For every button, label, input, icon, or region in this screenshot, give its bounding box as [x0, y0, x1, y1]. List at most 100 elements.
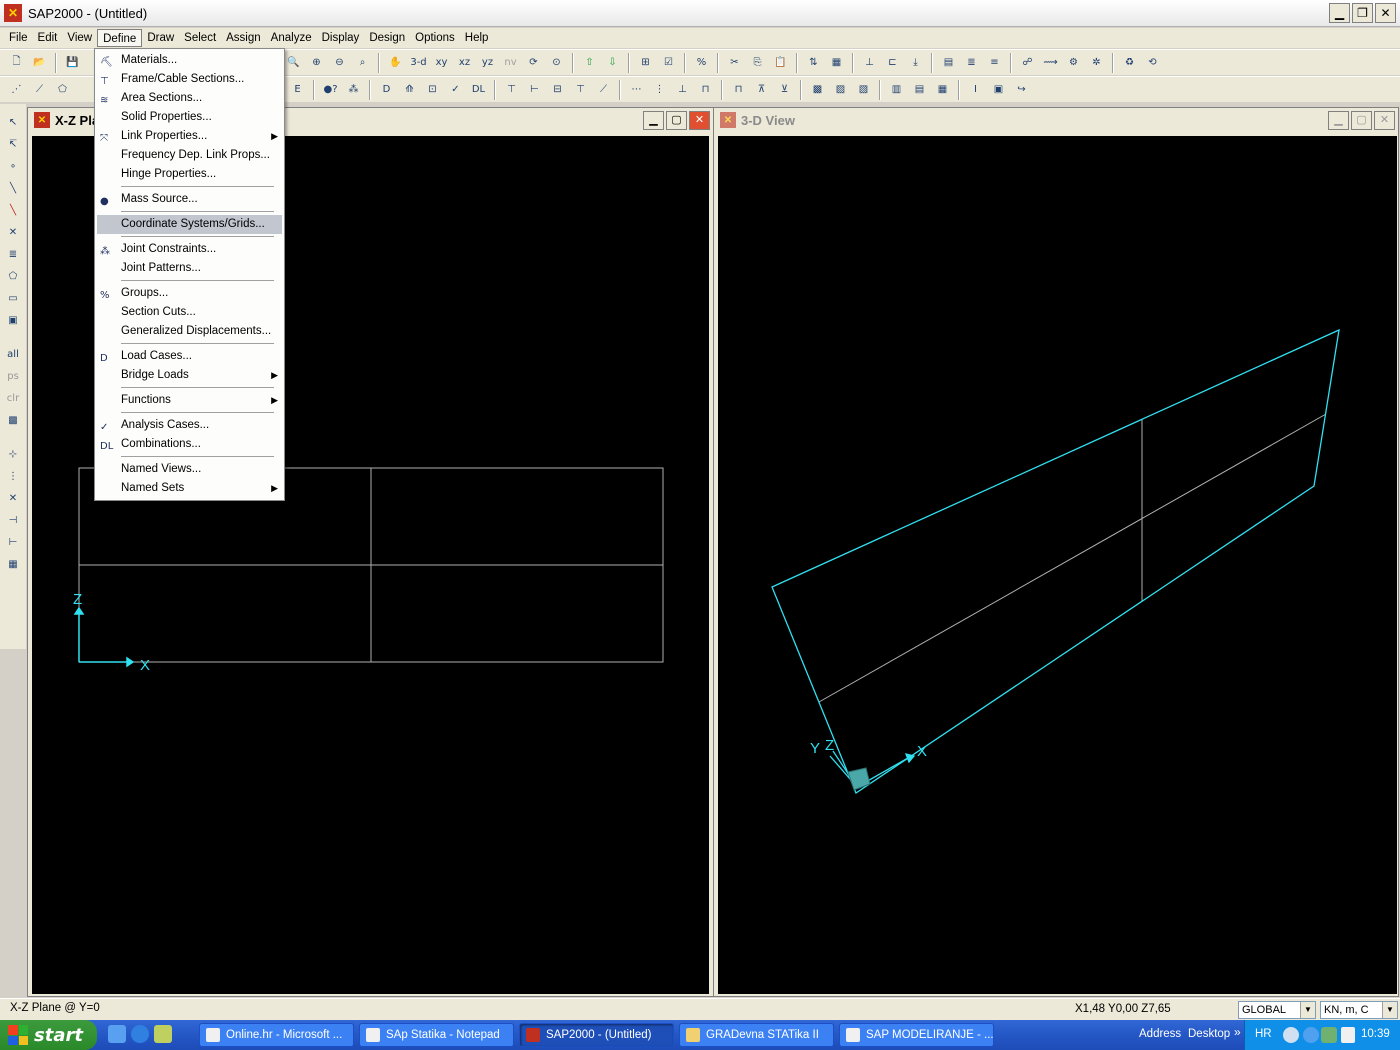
draw-brace-icon[interactable]: ✕ — [3, 222, 23, 242]
snap-perpendicular-icon[interactable]: ⊣ — [3, 510, 23, 530]
define-menu-functions[interactable]: Functions ▶ — [97, 391, 282, 410]
draw-area-icon[interactable]: ⬠ — [52, 80, 73, 100]
draw-line-icon[interactable]: ⟋ — [29, 80, 50, 100]
pressure-icon[interactable]: ▤ — [909, 80, 930, 100]
define-menu-mass-source[interactable]: ● Mass Source... — [97, 190, 282, 209]
menu-define[interactable]: Define — [97, 29, 143, 47]
define-menu-section-cuts[interactable]: Section Cuts... — [97, 303, 282, 322]
save-icon[interactable]: 💾 — [62, 53, 83, 73]
task-notepad[interactable]: SAp Statika - Notepad — [359, 1023, 514, 1047]
truss-icon[interactable]: ⊼ — [751, 80, 772, 100]
set-display-icon[interactable]: ⊞ — [635, 53, 656, 73]
toolbar-expand-icon[interactable]: » — [1234, 1025, 1241, 1039]
load-case-icon[interactable]: D — [376, 80, 397, 100]
define-menu-combinations[interactable]: DL Combinations... — [97, 435, 282, 454]
view-3d-button[interactable]: 3-d — [408, 53, 429, 73]
check-model-icon[interactable]: ☑ — [658, 53, 679, 73]
mass-icon[interactable]: ●? — [320, 80, 341, 100]
cable-icon[interactable]: ⟋ — [593, 80, 614, 100]
coord-system-select[interactable]: GLOBAL ▼ — [1238, 1001, 1316, 1019]
copy-icon[interactable]: ⎘ — [747, 53, 768, 73]
menu-view[interactable]: View — [62, 29, 97, 47]
shell-icon[interactable]: ⊻ — [774, 80, 795, 100]
close-button[interactable]: ✕ — [1375, 3, 1396, 23]
view-xz-button[interactable]: xz — [454, 53, 475, 73]
previous-select-icon[interactable]: ps — [3, 366, 23, 386]
joint-icon[interactable]: ⊓ — [695, 80, 716, 100]
language-indicator[interactable]: HR — [1255, 1028, 1272, 1040]
menu-file[interactable]: File — [4, 29, 33, 47]
3d-view-canvas[interactable]: X Y Z — [718, 136, 1397, 994]
paste-icon[interactable]: 📋 — [770, 53, 791, 73]
draw-rect-area-icon[interactable]: ▭ — [3, 288, 23, 308]
volume-icon[interactable] — [1341, 1027, 1355, 1043]
tray-app-icon[interactable] — [1321, 1027, 1337, 1043]
define-menu-coordinate-systems-grids[interactable]: Coordinate Systems/Grids... — [97, 215, 282, 234]
define-menu-frequency-dep-link-props[interactable]: Frequency Dep. Link Props... — [97, 146, 282, 165]
zoom-in-icon[interactable]: ⊕ — [306, 53, 327, 73]
network-icon[interactable] — [1303, 1027, 1319, 1043]
define-menu-frame-cable-sections[interactable]: ⊤ Frame/Cable Sections... — [97, 70, 282, 89]
3d-view-window[interactable]: ✕ 3-D View ▁ ▢ ✕ X Y Z — [713, 107, 1399, 997]
show-desktop-icon[interactable] — [108, 1025, 126, 1043]
menu-edit[interactable]: Edit — [33, 29, 63, 47]
grid-icon[interactable]: ▦ — [826, 53, 847, 73]
internet-explorer-icon[interactable] — [131, 1025, 149, 1043]
replicate-icon[interactable]: ⇅ — [803, 53, 824, 73]
3d-close-button[interactable]: ✕ — [1374, 111, 1395, 130]
define-menu-link-properties[interactable]: ⤧ Link Properties... ▶ — [97, 127, 282, 146]
spring-icon[interactable]: ⋮ — [649, 80, 670, 100]
area-edge-icon[interactable]: ▧ — [853, 80, 874, 100]
move-down-icon[interactable]: ⇩ — [602, 53, 623, 73]
task-gradevna-statika[interactable]: GRADevna STATika II — [679, 1023, 834, 1047]
element-icon[interactable]: E — [287, 80, 308, 100]
percent-icon[interactable]: % — [691, 53, 712, 73]
define-menu-load-cases[interactable]: D Load Cases... — [97, 347, 282, 366]
menu-display[interactable]: Display — [317, 29, 365, 47]
snap-end-icon[interactable]: ⋮ — [3, 466, 23, 486]
frame-release-icon[interactable]: ⊏ — [882, 53, 903, 73]
refresh-icon[interactable]: ⟲ — [1142, 53, 1163, 73]
menu-help[interactable]: Help — [460, 29, 494, 47]
define-menu-generalized-displacements[interactable]: Generalized Displacements... — [97, 322, 282, 341]
draw-poly-area-icon[interactable]: ⬠ — [3, 266, 23, 286]
section-properties-icon[interactable]: ⊤ — [501, 80, 522, 100]
function-icon[interactable]: ⟰ — [399, 80, 420, 100]
link-icon[interactable]: ⋯ — [626, 80, 647, 100]
pan-icon[interactable]: ✋ — [385, 53, 406, 73]
strain-icon[interactable]: ▦ — [932, 80, 953, 100]
define-menu-named-views[interactable]: Named Views... — [97, 460, 282, 479]
define-menu-joint-constraints[interactable]: ⁂ Joint Constraints... — [97, 240, 282, 259]
design-icon[interactable]: ♻ — [1119, 53, 1140, 73]
minimize-button[interactable]: ▁ — [1329, 3, 1350, 23]
menu-design[interactable]: Design — [364, 29, 410, 47]
tendon-icon[interactable]: ⊤ — [570, 80, 591, 100]
new-file-icon[interactable]: 🗋 — [6, 53, 27, 73]
xz-close-button[interactable]: ✕ — [689, 111, 710, 130]
view-yz-button[interactable]: yz — [477, 53, 498, 73]
hook-icon[interactable]: ↪ — [1011, 80, 1032, 100]
analysis-case-icon[interactable]: ✓ — [445, 80, 466, 100]
menu-draw[interactable]: Draw — [142, 29, 179, 47]
snap-intersection-icon[interactable]: ✕ — [3, 488, 23, 508]
snap-grid-icon[interactable]: ▦ — [3, 554, 23, 574]
text-icon[interactable]: I — [965, 80, 986, 100]
response-icon[interactable]: ⊡ — [422, 80, 443, 100]
define-menu-hinge-properties[interactable]: Hinge Properties... — [97, 165, 282, 184]
section-cut-icon[interactable]: ⊢ — [524, 80, 545, 100]
combination-icon[interactable]: DL — [468, 80, 489, 100]
restraint-icon[interactable]: ⊥ — [672, 80, 693, 100]
zoom-full-icon[interactable]: ⌕ — [352, 53, 373, 73]
draw-node-icon[interactable]: ⋰ — [6, 80, 27, 100]
units-select[interactable]: KN, m, C ▼ — [1320, 1001, 1398, 1019]
joint-load-icon[interactable]: ⤓ — [905, 53, 926, 73]
open-file-icon[interactable]: 📂 — [29, 53, 50, 73]
back-arrow-icon[interactable] — [1283, 1027, 1299, 1043]
snap-point-icon[interactable]: ⊹ — [3, 444, 23, 464]
rotate-icon[interactable]: ⟳ — [523, 53, 544, 73]
menu-analyze[interactable]: Analyze — [266, 29, 317, 47]
view-nv-button[interactable]: nv — [500, 53, 521, 73]
desktop-toolbar[interactable]: Desktop — [1188, 1028, 1230, 1040]
menu-options[interactable]: Options — [410, 29, 460, 47]
area-mesh-icon[interactable]: ▩ — [807, 80, 828, 100]
